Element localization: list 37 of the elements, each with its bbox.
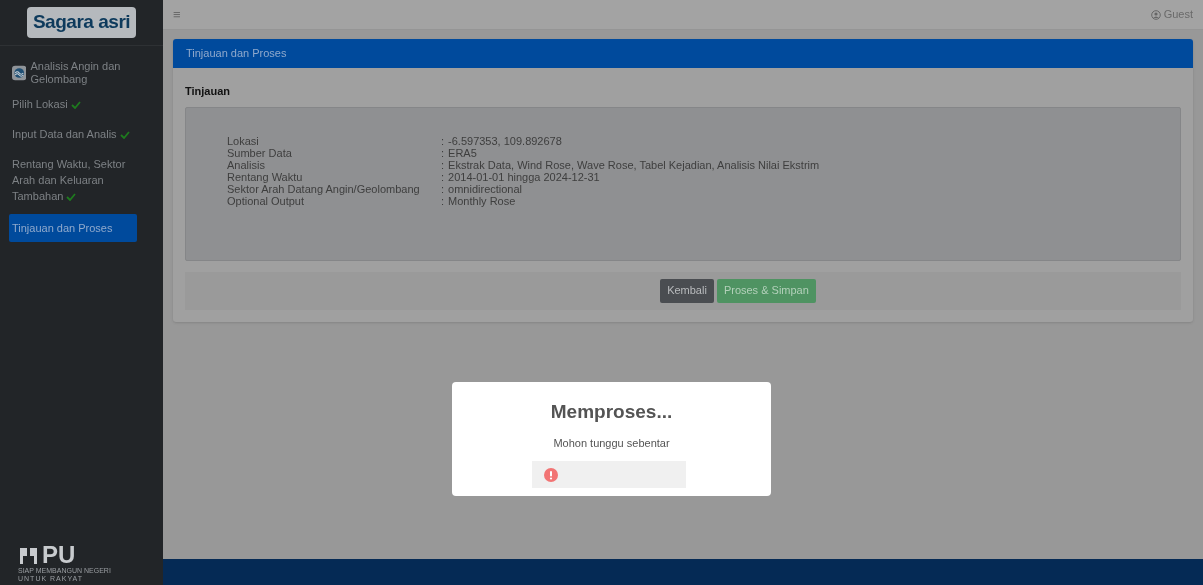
field-label: Analisis <box>227 158 266 171</box>
field-value: ERA5 <box>448 146 477 159</box>
app-logo[interactable]: Sagara asri <box>26 7 137 38</box>
field-value: -6.597353, 109.892678 <box>448 134 562 147</box>
save-button[interactable]: Proses & Simpan <box>716 278 816 303</box>
field-label: Sumber Data <box>227 146 293 159</box>
section-title: Tinjauan <box>185 84 232 99</box>
field-value: Ekstrak Data, Wind Rose, Wave Rose, Tabel Kejadian, Analisis Nilai Ekstrim <box>448 158 820 171</box>
dialog-title: Memproses... <box>550 400 673 424</box>
step-item[interactable]: Input Data dan Analis <box>9 122 137 146</box>
colon-separator: : <box>441 134 445 147</box>
colon-separator: : <box>441 146 445 159</box>
error-icon <box>543 467 558 482</box>
pu-emblem-icon <box>18 546 40 566</box>
back-button[interactable]: Kembali <box>660 278 714 303</box>
wave-logo-icon <box>12 64 27 82</box>
user-icon <box>1150 9 1161 20</box>
panel-header: Tinjauan dan Proses <box>173 39 1193 68</box>
colon-separator: : <box>441 170 445 183</box>
field-label: Sektor Arah Datang Angin/Geolombang <box>227 182 421 195</box>
module-title: Analisis Angin dan Gelombang <box>30 60 122 86</box>
dialog-message: Mohon tunggu sebentar <box>553 435 670 451</box>
step-item[interactable]: Rentang Waktu, Sektor Arah dan Keluaran Tambahan <box>9 152 137 208</box>
field-label: Optional Output <box>227 194 305 207</box>
menu-button[interactable]: ≡ <box>173 4 181 25</box>
colon-separator: : <box>441 194 445 207</box>
colon-separator: : <box>441 158 445 171</box>
field-value: 2014-01-01 hingga 2024-12-31 <box>448 170 600 183</box>
field-label: Rentang Waktu <box>227 170 304 183</box>
pu-logo-text: PU <box>42 544 76 566</box>
field-value: omnidirectional <box>448 182 523 195</box>
colon-separator: : <box>441 182 445 195</box>
field-value: Monthly Rose <box>448 194 516 207</box>
step-item[interactable]: Pilih Lokasi <box>9 92 137 116</box>
user-menu[interactable]: Guest <box>1150 6 1193 23</box>
field-label: Lokasi <box>227 134 260 147</box>
step-item[interactable]: Tinjauan dan Proses <box>9 214 137 242</box>
